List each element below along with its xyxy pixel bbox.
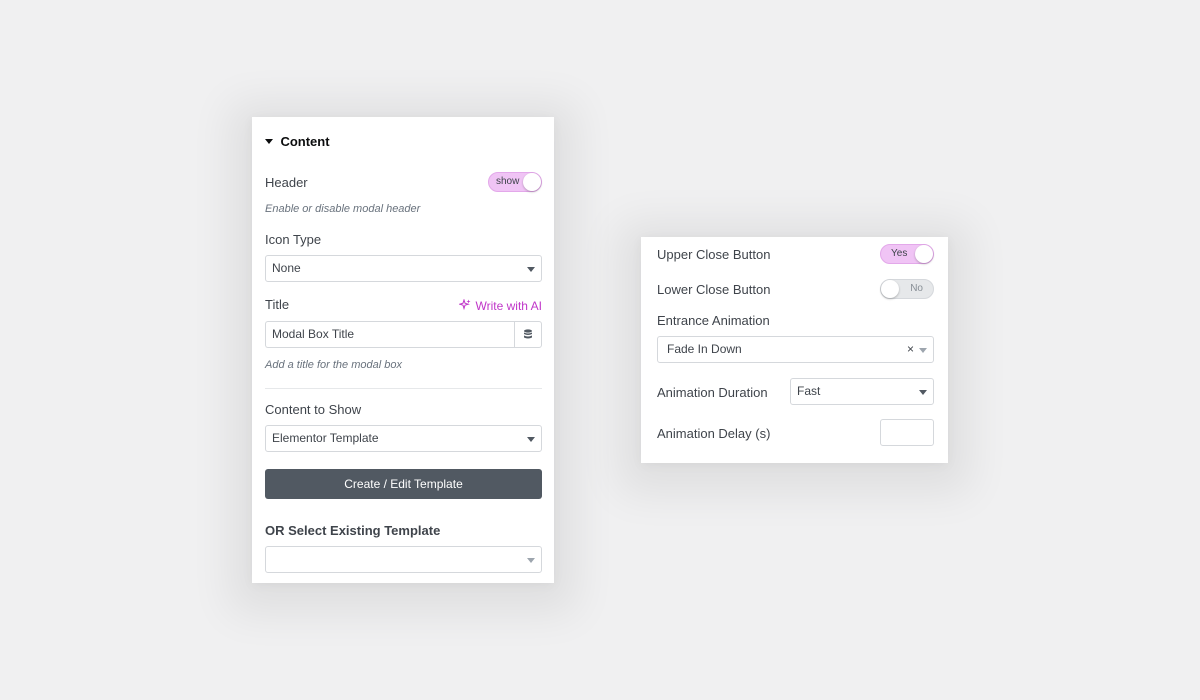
header-toggle[interactable]: show xyxy=(488,172,542,192)
entrance-animation-select[interactable]: Fade In Down × xyxy=(657,336,934,363)
header-toggle-text: show xyxy=(496,176,520,187)
clear-icon[interactable]: × xyxy=(907,337,914,362)
divider xyxy=(265,388,542,389)
create-edit-template-button[interactable]: Create / Edit Template xyxy=(265,469,542,499)
caret-down-icon xyxy=(265,139,273,144)
dropdown-arrow-icon xyxy=(527,437,535,442)
lower-close-label: Lower Close Button xyxy=(657,282,771,297)
animation-duration-value: Fast xyxy=(797,384,821,398)
entrance-animation-label: Entrance Animation xyxy=(657,313,770,328)
content-to-show-value: Elementor Template xyxy=(272,431,379,445)
toggle-knob xyxy=(523,173,541,191)
content-section-header[interactable]: Content xyxy=(265,133,330,151)
title-input-value: Modal Box Title xyxy=(272,327,355,341)
toggle-knob xyxy=(915,245,933,263)
write-with-ai-link[interactable]: Write with AI xyxy=(458,297,542,315)
section-title: Content xyxy=(280,134,330,149)
close-animation-panel: Upper Close Button Yes Lower Close Butto… xyxy=(641,237,948,463)
toggle-knob xyxy=(881,280,899,298)
content-panel: Content Header show Enable or disable mo… xyxy=(252,117,554,583)
title-input[interactable]: Modal Box Title xyxy=(265,321,515,348)
dropdown-arrow-icon xyxy=(919,390,927,395)
content-to-show-label: Content to Show xyxy=(265,402,362,417)
existing-template-select[interactable] xyxy=(265,546,542,573)
animation-delay-label: Animation Delay (s) xyxy=(657,426,771,441)
upper-close-label: Upper Close Button xyxy=(657,247,771,262)
icon-type-label: Icon Type xyxy=(265,232,322,247)
header-label: Header xyxy=(265,175,308,190)
dynamic-tags-button[interactable] xyxy=(514,321,542,348)
existing-template-label: OR Select Existing Template xyxy=(265,523,441,538)
database-icon xyxy=(524,329,532,339)
lower-close-toggle[interactable]: No xyxy=(880,279,934,299)
write-with-ai-label: Write with AI xyxy=(475,299,542,313)
header-hint: Enable or disable modal header xyxy=(265,203,421,215)
entrance-animation-value: Fade In Down xyxy=(667,342,742,356)
icon-type-select[interactable]: None xyxy=(265,255,542,282)
dropdown-arrow-icon xyxy=(919,348,927,353)
upper-close-toggle[interactable]: Yes xyxy=(880,244,934,264)
content-to-show-select[interactable]: Elementor Template xyxy=(265,425,542,452)
title-label: Title xyxy=(265,297,290,312)
animation-duration-select[interactable]: Fast xyxy=(790,378,934,405)
title-hint: Add a title for the modal box xyxy=(265,359,402,371)
icon-type-value: None xyxy=(272,261,301,275)
animation-delay-input[interactable] xyxy=(880,419,934,446)
sparkle-icon xyxy=(458,298,471,311)
dropdown-arrow-icon xyxy=(527,267,535,272)
animation-duration-label: Animation Duration xyxy=(657,385,768,400)
dropdown-arrow-icon xyxy=(527,558,535,563)
lower-close-toggle-text: No xyxy=(910,283,923,294)
upper-close-toggle-text: Yes xyxy=(891,248,908,259)
